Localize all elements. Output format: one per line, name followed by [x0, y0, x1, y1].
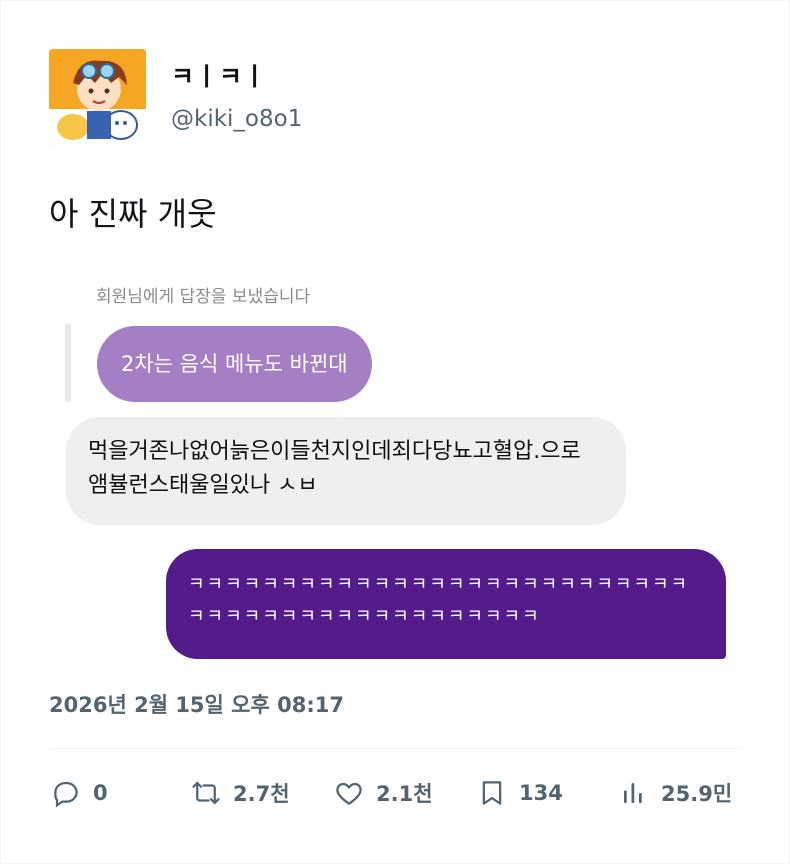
views-button[interactable]: 25.9민 [619, 775, 732, 811]
bookmark-button[interactable]: 134 [477, 775, 563, 811]
retweet-count: 2.7천 [233, 782, 290, 806]
views-icon [624, 783, 642, 803]
avatar[interactable] [49, 49, 146, 146]
retweet-icon [192, 781, 220, 805]
received-message-bubble: 먹을거존나없어늙은이들천지인데죄다당뇨고혈압.으로 앰뷸런스태울일있나 ㅅㅂ [66, 417, 626, 525]
retweet-button[interactable]: 2.7천 [191, 775, 290, 811]
bookmark-icon [482, 781, 502, 805]
sent-message-bubble: ㅋㅋㅋㅋㅋㅋㅋㅋㅋㅋㅋㅋㅋㅋㅋㅋㅋㅋㅋㅋㅋㅋㅋㅋㅋㅋㅋㅋㅋㅋㅋㅋㅋㅋㅋㅋㅋㅋㅋㅋ… [166, 549, 726, 659]
heart-icon [336, 782, 362, 805]
reply-button[interactable]: 0 [51, 775, 108, 811]
bookmark-count: 134 [519, 781, 563, 805]
quote-bar [65, 324, 71, 402]
reply-icon [54, 781, 78, 808]
quoted-message-bubble: 2차는 음식 메뉴도 바뀐대 [97, 326, 372, 402]
like-button[interactable]: 2.1천 [334, 775, 433, 811]
like-count: 2.1천 [376, 782, 433, 806]
reply-count: 0 [93, 781, 108, 805]
user-handle[interactable]: @kiki_o8o1 [171, 106, 302, 132]
display-name[interactable]: ㅋㅣㅋㅣ [171, 57, 267, 93]
tweet-card: ㅋㅣㅋㅣ @kiki_o8o1 아 진짜 개웃 회원님에게 답장을 보냈습니다 … [1, 1, 789, 863]
views-count: 25.9민 [661, 782, 733, 806]
tweet-text: 아 진짜 개웃 [49, 195, 217, 233]
tweet-timestamp[interactable]: 2026년 2월 15일 오후 08:17 [49, 689, 344, 719]
dm-reply-note: 회원님에게 답장을 보냈습니다 [96, 287, 311, 307]
divider [49, 748, 741, 749]
